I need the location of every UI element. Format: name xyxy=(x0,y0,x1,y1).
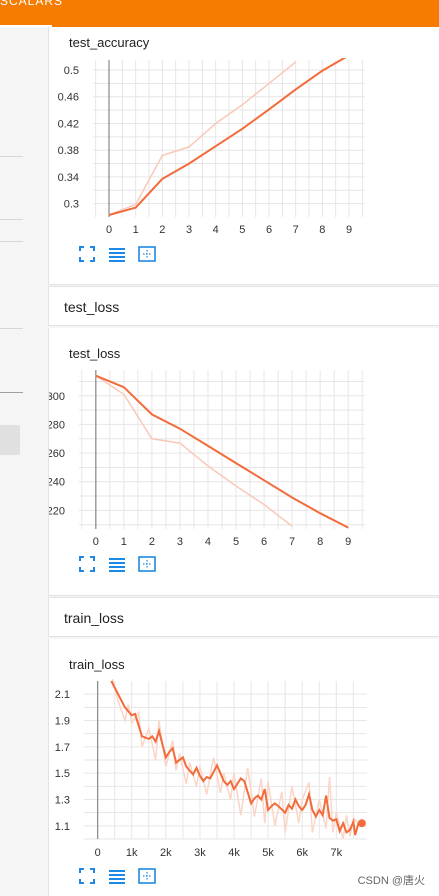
top-app-bar: SCALARS xyxy=(0,0,439,27)
y-tick-label: 1.7 xyxy=(55,742,70,754)
chart-toolbar xyxy=(77,554,157,574)
y-tick-label: 0.34 xyxy=(58,172,79,184)
x-tick-label: 5 xyxy=(233,536,239,548)
sidebar-divider xyxy=(0,156,23,157)
sidebar-divider xyxy=(0,241,23,242)
chart-card-train-loss: train_loss 0 1k 2k 3k 4k 5k 6k 7k 1.1 1.3 1.5 1.7 1.… xyxy=(48,639,439,896)
fit-domain-icon[interactable] xyxy=(137,866,157,886)
x-tick-label: 1 xyxy=(133,224,139,236)
y-tick-label: 1.5 xyxy=(55,768,70,780)
x-tick-label: 4 xyxy=(205,536,211,548)
x-tick-label: 5k xyxy=(262,847,274,859)
y-tick-label: 1.9 xyxy=(55,716,70,728)
grid xyxy=(84,681,367,840)
x-tick-label: 2 xyxy=(149,536,155,548)
tab-scalars-label[interactable]: SCALARS xyxy=(0,0,63,8)
chart-card-test-accuracy: test_accuracy 0 1 2 3 4 5 6 7 8 9 0.3 0.34 0.38 0.42 0… xyxy=(48,27,439,285)
x-tick-label: 3 xyxy=(177,536,183,548)
sidebar-divider xyxy=(0,328,23,329)
toggle-log-scale-icon[interactable] xyxy=(107,866,127,886)
y-tick-label: 1.3 xyxy=(55,795,70,807)
y-tick-label: 300 xyxy=(49,391,65,403)
x-tick-label: 7k xyxy=(331,847,343,859)
x-tick-label: 6 xyxy=(266,224,272,236)
chart-card-test-loss: test_loss 0 1 2 3 4 5 6 7 8 9 220 240 260 280 300 xyxy=(48,328,439,596)
y-tick-label: 220 xyxy=(49,505,65,517)
fullscreen-icon[interactable] xyxy=(77,866,97,886)
x-tick-label: 3k xyxy=(194,847,206,859)
toggle-log-scale-icon[interactable] xyxy=(107,554,127,574)
x-tick-label: 2 xyxy=(159,224,165,236)
y-tick-label: 0.5 xyxy=(64,65,79,77)
x-tick-label: 5 xyxy=(239,224,245,236)
x-tick-label: 1 xyxy=(121,536,127,548)
x-tick-label: 6k xyxy=(296,847,308,859)
toggle-log-scale-icon[interactable] xyxy=(107,244,127,264)
y-tick-label: 260 xyxy=(49,448,65,460)
x-tick-label: 4 xyxy=(213,224,219,236)
y-tick-label: 280 xyxy=(49,419,65,431)
x-tick-label: 1k xyxy=(126,847,138,859)
x-tick-label: 8 xyxy=(317,536,323,548)
sidebar-slider-track[interactable] xyxy=(0,392,23,393)
x-tick-label: 7 xyxy=(289,536,295,548)
fit-domain-icon[interactable] xyxy=(137,244,157,264)
chart-svg-train-loss: 0 1k 2k 3k 4k 5k 6k 7k 1.1 1.3 1.5 1.7 1.9 2.1 xyxy=(55,679,367,859)
section-header-train-loss[interactable]: train_loss xyxy=(48,597,439,637)
chart-svg-test-loss: 0 1 2 3 4 5 6 7 8 9 220 240 260 280 300 xyxy=(49,370,365,548)
chart-toolbar xyxy=(77,866,157,886)
section-header-test-loss[interactable]: test_loss xyxy=(48,286,439,326)
fullscreen-icon[interactable] xyxy=(77,554,97,574)
y-tick-label: 0.46 xyxy=(58,92,79,104)
x-tick-label: 4k xyxy=(228,847,240,859)
sidebar-button[interactable] xyxy=(0,425,20,455)
y-tick-label: 1.1 xyxy=(55,821,70,833)
sidebar-divider xyxy=(0,219,23,220)
series-endpoint-marker xyxy=(357,819,366,828)
sidebar xyxy=(0,27,23,896)
x-tick-label: 6 xyxy=(261,536,267,548)
x-tick-label: 0 xyxy=(106,224,112,236)
y-tick-label: 2.1 xyxy=(55,689,70,701)
x-tick-label: 9 xyxy=(346,224,352,236)
watermark-text: CSDN @唐火 xyxy=(357,875,425,887)
fit-domain-icon[interactable] xyxy=(137,554,157,574)
x-tick-label: 3 xyxy=(186,224,192,236)
x-tick-label: 0 xyxy=(95,847,101,859)
x-tick-label: 7 xyxy=(293,224,299,236)
x-tick-label: 0 xyxy=(93,536,99,548)
chart-svg-test-accuracy: 0 1 2 3 4 5 6 7 8 9 0.3 0.34 0.38 0.42 0.46 0.5 xyxy=(58,58,365,236)
y-tick-label: 0.38 xyxy=(58,145,79,157)
y-tick-label: 0.3 xyxy=(64,199,79,211)
chart-toolbar xyxy=(77,244,157,264)
x-tick-label: 8 xyxy=(319,224,325,236)
y-tick-label: 240 xyxy=(49,477,65,489)
x-tick-label: 2k xyxy=(160,847,172,859)
y-tick-label: 0.42 xyxy=(58,118,79,130)
fullscreen-icon[interactable] xyxy=(77,244,97,264)
x-tick-label: 9 xyxy=(345,536,351,548)
